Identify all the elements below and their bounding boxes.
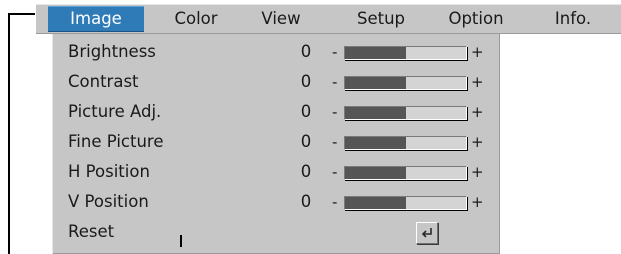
menu-item-fine-picture[interactable]: Fine Picture 0 - + <box>52 127 500 157</box>
menu-bar: Image Color View Setup Option Info. <box>36 4 621 34</box>
tab-setup[interactable]: Setup <box>334 6 428 32</box>
menu-item-value: 0 <box>300 132 312 151</box>
plus-sign: + <box>471 73 484 91</box>
reset-enter-button[interactable] <box>416 222 438 244</box>
menu-item-label: Reset <box>68 222 115 241</box>
menu-item-reset[interactable]: Reset <box>52 217 500 247</box>
menu-item-value: 0 <box>300 192 312 211</box>
menu-item-h-position[interactable]: H Position 0 - + <box>52 157 500 187</box>
menu-item-brightness[interactable]: Brightness 0 - + <box>52 37 500 67</box>
picture-adj-slider[interactable] <box>344 106 467 120</box>
tab-color[interactable]: Color <box>152 6 240 32</box>
minus-sign: - <box>332 43 338 61</box>
tab-option[interactable]: Option <box>426 6 526 32</box>
menu-item-value: 0 <box>300 72 312 91</box>
minus-sign: - <box>332 193 338 211</box>
plus-sign: + <box>471 103 484 121</box>
osd-menu: Image Color View Setup Option Info. Brig… <box>36 4 621 254</box>
menu-item-label: Brightness <box>68 42 156 61</box>
plus-sign: + <box>471 193 484 211</box>
enter-icon <box>421 228 432 238</box>
menu-item-label: Contrast <box>68 72 139 91</box>
v-position-slider[interactable] <box>344 196 467 210</box>
minus-sign: - <box>332 133 338 151</box>
menu-item-value: 0 <box>300 102 312 121</box>
pointer-tick <box>180 235 182 247</box>
slider-fill <box>345 107 406 119</box>
plus-sign: + <box>471 133 484 151</box>
leader-line-vertical <box>8 13 10 254</box>
slider-fill <box>345 167 406 179</box>
plus-sign: + <box>471 43 484 61</box>
tab-info[interactable]: Info. <box>530 6 616 32</box>
brightness-slider[interactable] <box>344 46 467 60</box>
leader-line-horizontal <box>8 13 35 15</box>
menu-item-picture-adj[interactable]: Picture Adj. 0 - + <box>52 97 500 127</box>
fine-picture-slider[interactable] <box>344 136 467 150</box>
h-position-slider[interactable] <box>344 166 467 180</box>
slider-fill <box>345 47 406 59</box>
menu-item-v-position[interactable]: V Position 0 - + <box>52 187 500 217</box>
slider-fill <box>345 197 406 209</box>
contrast-slider[interactable] <box>344 76 467 90</box>
menu-item-label: Fine Picture <box>68 132 164 151</box>
tab-view[interactable]: View <box>242 6 320 32</box>
tab-image[interactable]: Image <box>48 6 144 32</box>
slider-fill <box>345 77 406 89</box>
menu-item-label: Picture Adj. <box>68 102 162 121</box>
slider-fill <box>345 137 406 149</box>
menu-item-value: 0 <box>300 42 312 61</box>
image-menu-panel: Brightness 0 - + Contrast 0 - + Picture … <box>52 34 500 254</box>
plus-sign: + <box>471 163 484 181</box>
menu-item-value: 0 <box>300 162 312 181</box>
menu-item-label: H Position <box>68 162 150 181</box>
minus-sign: - <box>332 103 338 121</box>
menu-item-label: V Position <box>68 192 149 211</box>
minus-sign: - <box>332 73 338 91</box>
minus-sign: - <box>332 163 338 181</box>
menu-item-contrast[interactable]: Contrast 0 - + <box>52 67 500 97</box>
